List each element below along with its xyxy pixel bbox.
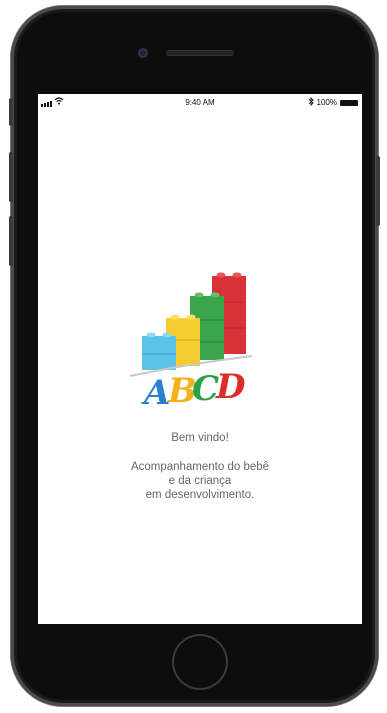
abcd-logo: A B C D [129, 272, 253, 413]
logo-wordmark: A B C D [141, 367, 246, 413]
battery-icon [340, 99, 358, 106]
volume-up-button [9, 152, 13, 202]
silent-switch [9, 98, 13, 126]
logo-letter-a: A [141, 373, 170, 413]
status-right: 100% [308, 96, 358, 108]
front-camera [138, 48, 148, 58]
logo-letter-c: C [192, 369, 219, 409]
logo-letter-d: D [215, 367, 246, 407]
earpiece-speaker [166, 50, 234, 56]
bluetooth-icon [308, 96, 314, 108]
description-line-2: e da criança [168, 475, 232, 487]
battery-percent: 100% [316, 98, 337, 107]
power-button [376, 156, 380, 226]
welcome-description: Acompanhamento do bebê e da criança em d… [38, 460, 362, 502]
description-line-1: Acompanhamento do bebê [130, 461, 270, 473]
app-screen: 9:40 AM 100% A B C D Bem vindo! Acompanh… [38, 94, 362, 624]
description-line-3: em desenvolvimento. [145, 489, 255, 501]
status-bar: 9:40 AM 100% [38, 94, 362, 110]
welcome-title: Bem vindo! [171, 432, 229, 444]
volume-down-button [9, 216, 13, 266]
lego-blocks-illustration [129, 272, 253, 377]
home-button[interactable] [172, 634, 228, 690]
